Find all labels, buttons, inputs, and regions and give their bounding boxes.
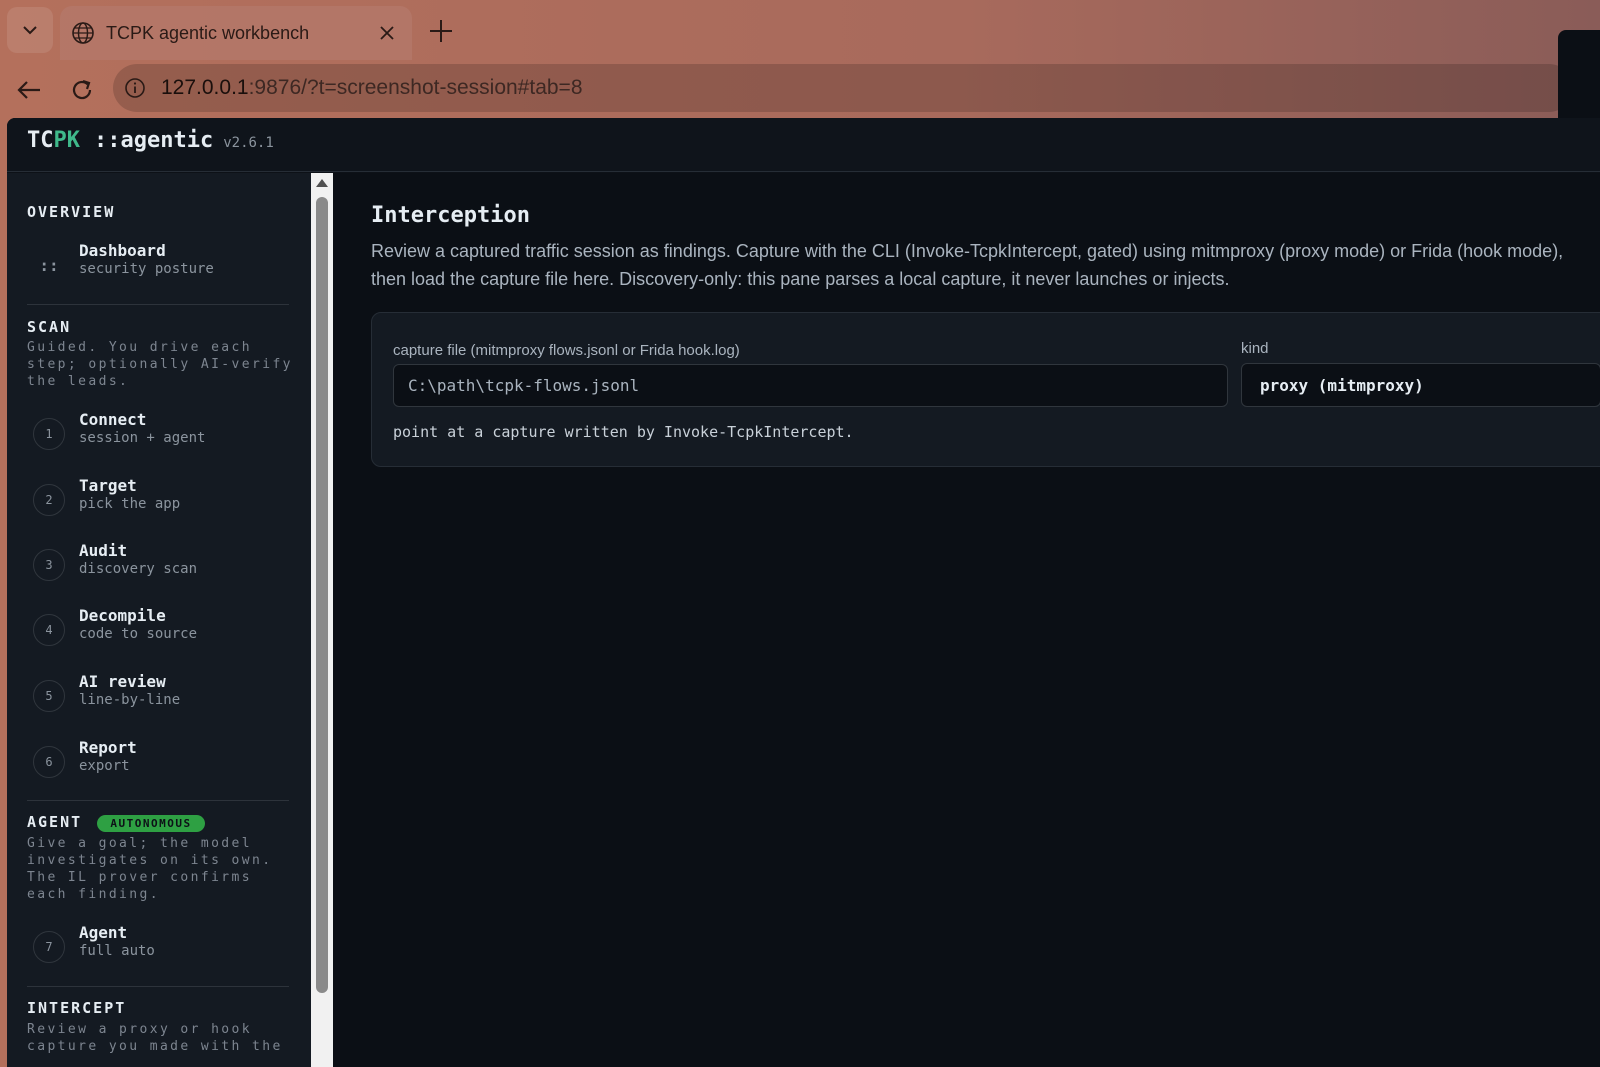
- globe-icon: [70, 20, 96, 46]
- capture-hint: point at a capture written by Invoke-Tcp…: [393, 423, 854, 441]
- tab-strip: TCPK agentic workbench: [0, 0, 1600, 60]
- step-number: 7: [33, 931, 65, 963]
- step-number: 6: [33, 746, 65, 778]
- sidebar-item-sub: code to source: [79, 626, 198, 642]
- sidebar: OVERVIEW :: Dashboard security posture S…: [7, 173, 311, 1067]
- section-title-agent: AGENT: [27, 813, 83, 831]
- sidebar-item-report[interactable]: 6 Report export: [27, 738, 289, 796]
- tab-search-button[interactable]: [7, 7, 53, 53]
- browser-tab[interactable]: TCPK agentic workbench: [60, 6, 412, 60]
- app-window: TC PK::agentic v2.6.1 OVERVIEW :: Dashboar…: [7, 118, 1600, 1067]
- arrow-left-icon: [17, 81, 40, 99]
- reload-button[interactable]: [62, 70, 102, 110]
- sidebar-scrollbar[interactable]: [311, 173, 333, 1067]
- sidebar-item-ai-review[interactable]: 5 AI review line-by-line: [27, 672, 289, 730]
- kind-selected-value: proxy (mitmproxy): [1260, 375, 1424, 395]
- brand-agentic: ::agentic: [94, 128, 214, 153]
- section-title-overview: OVERVIEW: [27, 203, 116, 221]
- brand-pk: PK: [53, 128, 81, 153]
- tab-title: TCPK agentic workbench: [106, 22, 310, 43]
- capture-panel: capture file (mitmproxy flows.jsonl or F…: [371, 312, 1600, 467]
- sidebar-item-sub: session + agent: [79, 430, 206, 446]
- sidebar-item-label: Connect: [79, 410, 147, 429]
- divider: [27, 800, 289, 801]
- brand-tc: TC: [27, 128, 54, 153]
- scrollbar-thumb[interactable]: [316, 197, 328, 993]
- step-number: 5: [33, 680, 65, 712]
- main-pane: Interception Review a captured traffic s…: [333, 173, 1600, 1067]
- section-desc-scan: Guided. You drive each step; optionally …: [27, 340, 293, 389]
- section-title-scan: SCAN: [27, 318, 72, 336]
- sidebar-item-connect[interactable]: 1 Connect session + agent: [27, 410, 289, 468]
- sidebar-item-sub: security posture: [79, 261, 214, 277]
- sidebar-item-sub: discovery scan: [79, 561, 198, 577]
- sidebar-item-sub: full auto: [79, 943, 155, 959]
- sidebar-item-label: Audit: [79, 541, 128, 560]
- sidebar-item-decompile[interactable]: 4 Decompile code to source: [27, 606, 289, 664]
- sidebar-item-label: AI review: [79, 672, 166, 691]
- version-label: v2.6.1: [223, 135, 274, 151]
- url-path: :9876/?t=screenshot-session#tab=8: [248, 76, 583, 99]
- divider: [27, 986, 289, 987]
- sidebar-item-agent[interactable]: 7 Agent full auto: [27, 923, 289, 981]
- sidebar-item-dashboard[interactable]: :: Dashboard security posture: [27, 241, 289, 299]
- kind-select[interactable]: proxy (mitmproxy): [1241, 363, 1600, 407]
- sidebar-item-label: Report: [79, 738, 137, 757]
- grid-dots-icon: ::: [39, 255, 59, 275]
- section-desc-intercept: Review a proxy or hook capture you made …: [27, 1022, 283, 1054]
- sidebar-item-sub: export: [79, 758, 130, 774]
- sidebar-item-sub: pick the app: [79, 496, 181, 512]
- divider: [27, 304, 289, 305]
- capture-file-input[interactable]: [393, 364, 1228, 407]
- info-icon[interactable]: [123, 76, 147, 100]
- capture-file-label: capture file (mitmproxy flows.jsonl or F…: [393, 342, 740, 359]
- back-button[interactable]: [9, 70, 49, 110]
- scroll-up-arrow-icon[interactable]: [316, 179, 328, 187]
- url-host: 127.0.0.1: [161, 76, 249, 99]
- section-desc-agent: Give a goal; the model investigates on i…: [27, 836, 273, 902]
- address-bar[interactable]: 127.0.0.1:9876/?t=screenshot-session#tab…: [113, 64, 1573, 112]
- kind-label: kind: [1241, 340, 1269, 357]
- sidebar-item-label: Target: [79, 476, 137, 495]
- url-text: 127.0.0.1:9876/?t=screenshot-session#tab…: [161, 76, 583, 100]
- chevron-down-icon: [23, 26, 37, 35]
- app-header: TC PK::agentic v2.6.1: [7, 118, 1600, 172]
- sidebar-item-audit[interactable]: 3 Audit discovery scan: [27, 541, 289, 599]
- close-icon[interactable]: [376, 22, 398, 44]
- sidebar-item-label: Decompile: [79, 606, 166, 625]
- reload-icon: [72, 79, 92, 100]
- plus-icon: [430, 20, 452, 42]
- step-number: 2: [33, 484, 65, 516]
- sidebar-item-label: Agent: [79, 923, 128, 942]
- step-number: 1: [33, 418, 65, 450]
- step-number: 4: [33, 614, 65, 646]
- new-tab-button[interactable]: [426, 16, 456, 46]
- step-number: 3: [33, 549, 65, 581]
- section-title-intercept: INTERCEPT: [27, 999, 127, 1017]
- sidebar-item-target[interactable]: 2 Target pick the app: [27, 476, 289, 534]
- sidebar-item-label: Dashboard: [79, 241, 166, 260]
- sidebar-item-sub: line-by-line: [79, 692, 181, 708]
- autonomous-badge: AUTONOMOUS: [97, 815, 205, 832]
- page-description: Review a captured traffic session as fin…: [371, 241, 1564, 289]
- page-title: Interception: [371, 203, 530, 228]
